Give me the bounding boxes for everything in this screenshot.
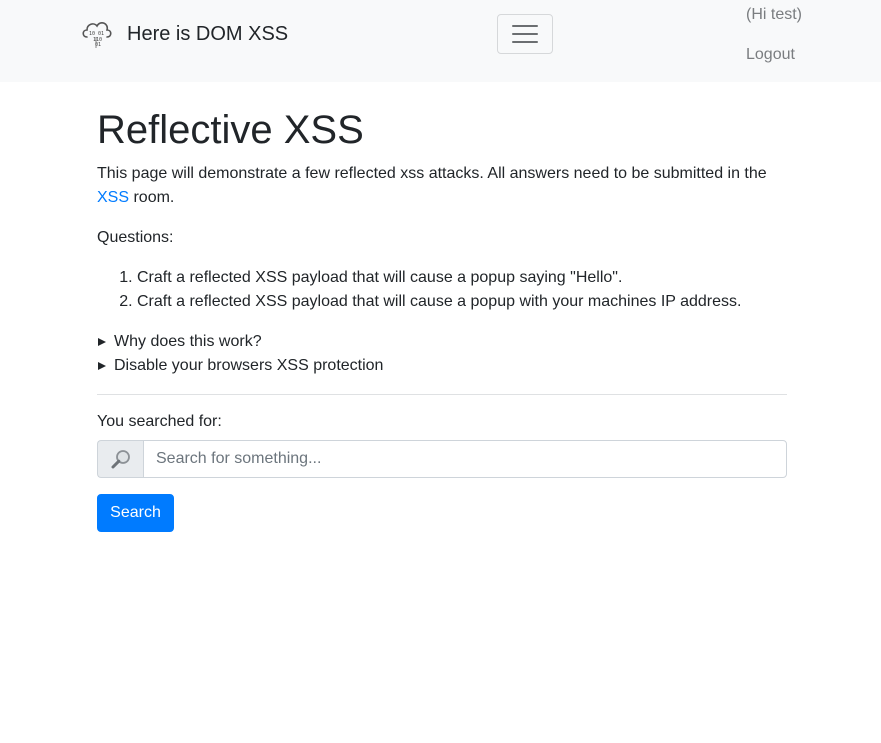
disclosure-triangle-icon bbox=[98, 362, 106, 370]
main-content: Reflective XSS This page will demonstrat… bbox=[97, 104, 787, 532]
question-item: Craft a reflected XSS payload that will … bbox=[137, 266, 787, 290]
page-title: Reflective XSS bbox=[97, 108, 364, 152]
intro-text: This page will demonstrate a few reflect… bbox=[97, 165, 767, 182]
brand-link[interactable]: 10 01 110 01 Here is DOM XSS bbox=[80, 16, 288, 52]
intro-suffix: room. bbox=[133, 189, 175, 206]
details-disable-xss-protection[interactable]: Disable your browsers XSS protection bbox=[97, 354, 787, 378]
searched-for-label: You searched for: bbox=[97, 413, 222, 430]
divider bbox=[97, 394, 787, 395]
disclosure-triangle-icon bbox=[98, 338, 106, 346]
navbar-toggler-button[interactable] bbox=[497, 14, 553, 54]
details-why-does-this-work[interactable]: Why does this work? bbox=[97, 330, 787, 354]
search-button[interactable]: Search bbox=[97, 494, 174, 532]
magnifier-icon bbox=[111, 450, 130, 469]
logout-link[interactable]: Logout bbox=[746, 43, 795, 67]
details-group: Why does this work? Disable your browser… bbox=[97, 330, 787, 378]
hamburger-icon bbox=[512, 25, 538, 43]
xss-room-link[interactable]: XSS bbox=[97, 189, 129, 206]
question-item: Craft a reflected XSS payload that will … bbox=[137, 290, 787, 314]
search-input-group bbox=[97, 440, 787, 478]
user-greeting: (Hi test) bbox=[746, 6, 802, 23]
brand-title: Here is DOM XSS bbox=[127, 23, 289, 45]
cloud-binary-icon: 10 01 110 01 bbox=[82, 21, 112, 48]
navbar: 10 01 110 01 Here is DOM XSS (Hi test) L… bbox=[0, 0, 881, 82]
questions-label: Questions: bbox=[97, 229, 174, 246]
intro-paragraph: This page will demonstrate a few reflect… bbox=[97, 162, 787, 210]
search-input[interactable] bbox=[143, 440, 787, 478]
search-addon bbox=[97, 440, 143, 478]
details-summary-label: Why does this work? bbox=[114, 333, 262, 350]
details-summary-label: Disable your browsers XSS protection bbox=[114, 357, 384, 374]
questions-list: Craft a reflected XSS payload that will … bbox=[97, 266, 787, 314]
